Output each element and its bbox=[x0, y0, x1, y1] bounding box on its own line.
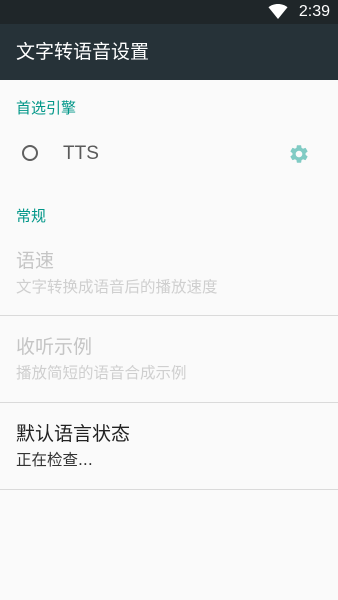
status-time: 2:39 bbox=[298, 3, 330, 20]
gear-icon[interactable] bbox=[288, 143, 310, 165]
engine-radio-button[interactable] bbox=[22, 145, 38, 161]
section-header-preferred-engine: 首选引擎 bbox=[16, 99, 77, 117]
pref-title-speech-rate: 语速 bbox=[16, 250, 55, 272]
wifi-icon bbox=[268, 4, 288, 19]
status-bar: 2:39 bbox=[0, 0, 338, 24]
pref-summary-listen-example: 播放简短的语音合成示例 bbox=[16, 364, 187, 382]
engine-label: TTS bbox=[63, 143, 99, 164]
pref-listen-example: 收听示例 播放简短的语音合成示例 bbox=[0, 316, 338, 403]
pref-speech-rate: 语速 文字转换成语音后的播放速度 bbox=[0, 230, 338, 316]
section-header-general: 常规 bbox=[16, 207, 47, 225]
app-bar: 文字转语音设置 bbox=[0, 24, 338, 80]
pref-summary-speech-rate: 文字转换成语音后的播放速度 bbox=[16, 278, 218, 296]
page-title: 文字转语音设置 bbox=[16, 41, 150, 63]
engine-row-tts[interactable]: TTS bbox=[0, 130, 338, 180]
pref-title-listen-example: 收听示例 bbox=[16, 336, 93, 358]
pref-title-default-language-status: 默认语言状态 bbox=[16, 423, 131, 445]
pref-summary-default-language-status: 正在检查... bbox=[16, 451, 93, 469]
pref-default-language-status[interactable]: 默认语言状态 正在检查... bbox=[0, 403, 338, 490]
